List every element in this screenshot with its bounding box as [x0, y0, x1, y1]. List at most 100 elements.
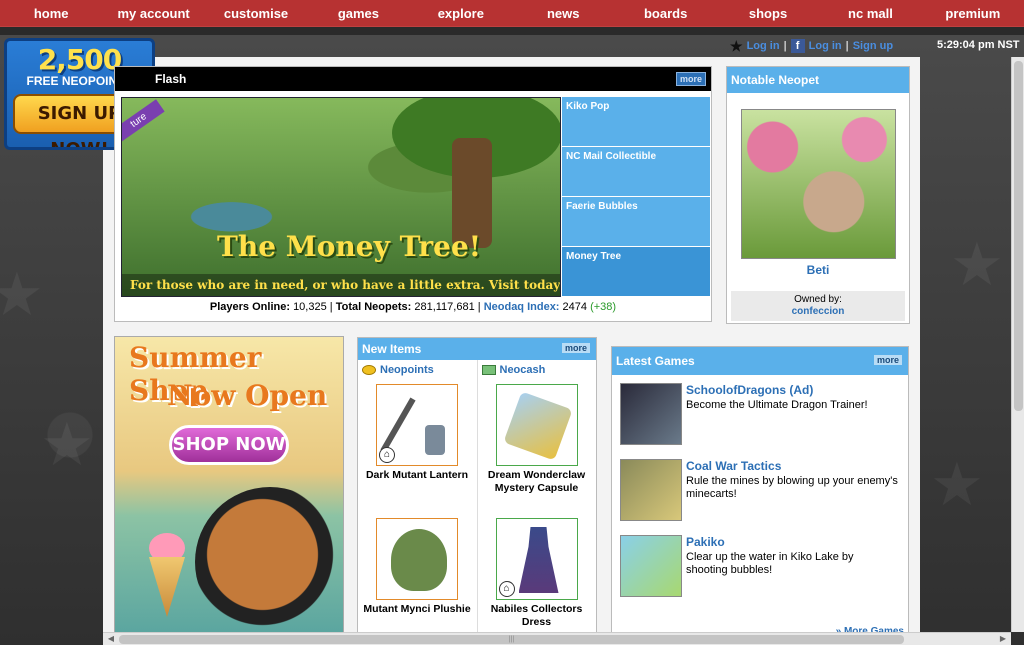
- lantern-image: [425, 425, 445, 455]
- game-thumbnail[interactable]: [620, 459, 682, 521]
- nav-premium[interactable]: premium: [922, 6, 1024, 21]
- neopoints-column: Neopoints ⌂ Dark Mutant Lantern Mutant M…: [358, 360, 478, 640]
- notable-neopet-panel: Notable Neopet Beti Owned by: confeccion: [726, 66, 910, 324]
- neodaq-change: (+38): [590, 301, 617, 313]
- feature-ribbon: ture: [122, 99, 165, 142]
- owned-by-box: Owned by: confeccion: [731, 291, 905, 321]
- item-name[interactable]: Dark Mutant Lantern: [358, 469, 476, 482]
- item-image[interactable]: [495, 384, 578, 466]
- item-name[interactable]: Dream Wonderclaw Mystery Capsule: [478, 469, 596, 495]
- horizontal-scrollbar[interactable]: ◀ ||| ▶: [103, 632, 1011, 645]
- nav-news[interactable]: news: [512, 6, 614, 21]
- nav-explore[interactable]: explore: [410, 6, 512, 21]
- shop-now-button[interactable]: SHOP NOW: [169, 425, 289, 465]
- game-description: Rule the mines by blowing up your enemy'…: [686, 475, 898, 500]
- new-items-header: New Items more: [358, 338, 596, 360]
- neodaq-link[interactable]: Neodaq Index:: [484, 301, 560, 313]
- neocash-column-header: Neocash: [478, 360, 597, 380]
- item-card[interactable]: ⌂ Dark Mutant Lantern: [358, 384, 476, 482]
- separator: |: [783, 40, 787, 52]
- neodaq-value: 2474: [562, 301, 588, 313]
- feature-list-item[interactable]: Faerie Bubbles: [562, 197, 710, 247]
- nav-shops[interactable]: shops: [717, 6, 819, 21]
- neopoints-coin-icon: [362, 365, 376, 375]
- new-items-more-button[interactable]: more: [561, 343, 590, 353]
- summer-shop-ad[interactable]: Summer Shop Now Open SHOP NOW: [114, 336, 344, 636]
- neocash-column: Neocash Dream Wonderclaw Mystery Capsule…: [478, 360, 597, 640]
- feature-list: Kiko Pop NC Mail Collectible Faerie Bubb…: [562, 97, 710, 297]
- lantern-pole-image: [380, 397, 416, 453]
- ice-cream-cone-image: [149, 557, 185, 617]
- item-card[interactable]: Dream Wonderclaw Mystery Capsule: [478, 384, 596, 495]
- players-online-value: 10,325: [293, 301, 327, 313]
- feature-caption: For those who are in need, or who have a…: [122, 274, 560, 296]
- summer-ad-line2: Now Open: [167, 379, 328, 412]
- game-title[interactable]: Pakiko: [686, 535, 725, 549]
- game-entry[interactable]: Coal War Tactics Rule the mines by blowi…: [620, 459, 905, 523]
- scroll-right-arrow-icon[interactable]: ▶: [997, 633, 1009, 645]
- mystery-capsule-image: [502, 391, 573, 461]
- owner-link[interactable]: confeccion: [731, 306, 905, 317]
- new-items-title: New Items: [362, 342, 422, 356]
- nav-customise[interactable]: customise: [205, 6, 307, 21]
- game-description: Become the Ultimate Dragon Trainer!: [686, 399, 868, 411]
- players-online-label: Players Online:: [209, 301, 290, 313]
- notable-pet-image[interactable]: [741, 109, 896, 259]
- nav-home[interactable]: home: [0, 6, 102, 21]
- notable-neopet-title: Notable Neopet: [727, 67, 909, 93]
- item-image[interactable]: ⌂: [495, 518, 578, 600]
- new-items-columns: Neopoints ⌂ Dark Mutant Lantern Mutant M…: [358, 360, 596, 640]
- separator: |: [845, 40, 849, 52]
- nav-nc-mall[interactable]: nc mall: [819, 6, 921, 21]
- nav-my-account[interactable]: my account: [102, 6, 204, 21]
- item-card[interactable]: Mutant Mynci Plushie: [358, 518, 476, 616]
- game-description: Clear up the water in Kiko Lake by shoot…: [686, 551, 854, 576]
- game-title[interactable]: SchoolofDragons (Ad): [686, 383, 813, 397]
- flash-header: Flash more: [115, 67, 711, 91]
- latest-games-header: Latest Games more: [612, 347, 908, 375]
- nav-games[interactable]: games: [307, 6, 409, 21]
- item-card[interactable]: ⌂ Nabiles Collectors Dress: [478, 518, 596, 629]
- dress-image: [518, 527, 559, 593]
- feature-list-item[interactable]: NC Mail Collectible: [562, 147, 710, 197]
- item-name[interactable]: Mutant Mynci Plushie: [358, 603, 476, 616]
- new-items-panel: New Items more Neopoints ⌂ Dark Mutant L…: [357, 337, 597, 640]
- item-name[interactable]: Nabiles Collectors Dress: [478, 603, 596, 629]
- flash-more-button[interactable]: more: [675, 72, 706, 86]
- background-star-icon: ★: [0, 261, 44, 328]
- latest-games-title: Latest Games: [616, 354, 695, 368]
- background-star-icon: ★: [950, 231, 1004, 298]
- owned-by-label: Owned by:: [794, 294, 842, 305]
- latest-games-more-button[interactable]: more: [873, 355, 902, 365]
- neocash-column-title[interactable]: Neocash: [500, 364, 546, 376]
- vertical-scroll-thumb[interactable]: [1014, 61, 1023, 411]
- vertical-scrollbar[interactable]: [1011, 57, 1024, 632]
- total-neopets-value: 281,117,681: [414, 301, 475, 313]
- feature-list-item[interactable]: Money Tree: [562, 247, 710, 297]
- signup-link[interactable]: Sign up: [853, 40, 893, 52]
- game-title[interactable]: Coal War Tactics: [686, 459, 781, 473]
- neopoints-column-title[interactable]: Neopoints: [380, 364, 434, 376]
- item-image[interactable]: ⌂: [376, 384, 458, 466]
- star-icon: ★: [730, 37, 743, 54]
- background-star-icon: ★: [40, 411, 94, 478]
- top-navigation: home my account customise games explore …: [0, 0, 1024, 26]
- horizontal-scroll-thumb[interactable]: |||: [119, 635, 904, 644]
- login-link[interactable]: Log in: [747, 40, 780, 52]
- feature-banner-image[interactable]: ture The Money Tree! For those who are i…: [121, 97, 561, 297]
- game-thumbnail[interactable]: [620, 535, 682, 597]
- facebook-icon[interactable]: f: [790, 39, 805, 53]
- notable-pet-name[interactable]: Beti: [727, 263, 909, 277]
- game-entry[interactable]: SchoolofDragons (Ad) Become the Ultimate…: [620, 383, 905, 447]
- scroll-left-arrow-icon[interactable]: ◀: [105, 633, 117, 645]
- nav-boards[interactable]: boards: [614, 6, 716, 21]
- neopoints-column-header: Neopoints: [358, 360, 477, 380]
- item-image[interactable]: [376, 518, 458, 600]
- feature-title: The Money Tree!: [217, 230, 482, 263]
- game-entry[interactable]: Pakiko Clear up the water in Kiko Lake b…: [620, 535, 905, 599]
- game-thumbnail[interactable]: [620, 383, 682, 445]
- site-stats: Players Online: 10,325 | Total Neopets: …: [209, 301, 617, 313]
- flash-title: Flash: [155, 72, 187, 86]
- feature-list-item[interactable]: Kiko Pop: [562, 97, 710, 147]
- facebook-login-link[interactable]: Log in: [809, 40, 842, 52]
